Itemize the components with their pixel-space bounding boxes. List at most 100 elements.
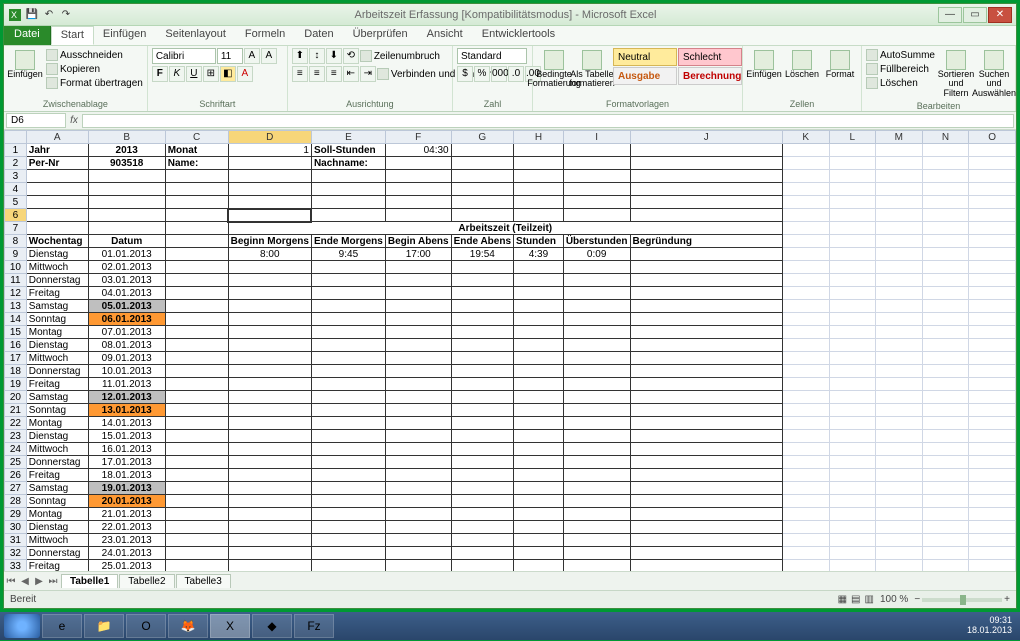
cell[interactable]: Ende Abens: [451, 235, 513, 248]
cell[interactable]: Wochentag: [26, 235, 88, 248]
cell[interactable]: [228, 352, 311, 365]
cell[interactable]: [782, 248, 829, 261]
cell[interactable]: [563, 326, 630, 339]
worksheet-area[interactable]: ABCDEFGHIJKLMNO1Jahr2013Monat1Soll-Stund…: [4, 130, 1016, 571]
cell[interactable]: [630, 287, 782, 300]
cell[interactable]: [922, 391, 969, 404]
cell[interactable]: [451, 183, 513, 196]
cell[interactable]: [451, 521, 513, 534]
cell[interactable]: 9:45: [311, 248, 385, 261]
cell[interactable]: [829, 183, 876, 196]
cell[interactable]: 09.01.2013: [88, 352, 165, 365]
cell[interactable]: [922, 495, 969, 508]
cell[interactable]: [876, 417, 923, 430]
col-header-I[interactable]: I: [563, 131, 630, 144]
cell[interactable]: [311, 547, 385, 560]
cell[interactable]: [228, 469, 311, 482]
cell[interactable]: [829, 287, 876, 300]
cell[interactable]: [228, 417, 311, 430]
cell[interactable]: [876, 534, 923, 547]
cell[interactable]: Montag: [26, 417, 88, 430]
cell[interactable]: Per-Nr: [26, 157, 88, 170]
cell[interactable]: [922, 560, 969, 572]
cell[interactable]: [385, 183, 451, 196]
cell[interactable]: [782, 547, 829, 560]
cell[interactable]: [782, 170, 829, 183]
cell[interactable]: [451, 378, 513, 391]
cell[interactable]: [782, 313, 829, 326]
ribbon-tab-entwicklertools[interactable]: Entwicklertools: [473, 26, 565, 45]
sheet-nav-first[interactable]: ⏮: [4, 576, 18, 587]
cell[interactable]: [969, 365, 1016, 378]
cell[interactable]: [451, 482, 513, 495]
cell[interactable]: [922, 430, 969, 443]
cell[interactable]: [451, 261, 513, 274]
cell[interactable]: [630, 404, 782, 417]
cell[interactable]: [451, 560, 513, 572]
cell[interactable]: [922, 235, 969, 248]
cell[interactable]: [385, 300, 451, 313]
cell[interactable]: [88, 209, 165, 222]
cell[interactable]: [876, 560, 923, 572]
cell[interactable]: [88, 222, 165, 235]
redo-icon[interactable]: ↷: [59, 8, 73, 22]
cell[interactable]: [385, 339, 451, 352]
cell[interactable]: [630, 469, 782, 482]
cell[interactable]: [563, 378, 630, 391]
style-neutral[interactable]: Neutral: [613, 48, 677, 66]
cell[interactable]: [165, 482, 228, 495]
cell[interactable]: [829, 235, 876, 248]
row-header[interactable]: 32: [5, 547, 27, 560]
cell[interactable]: [969, 274, 1016, 287]
cell[interactable]: [829, 196, 876, 209]
cell[interactable]: [630, 508, 782, 521]
cell[interactable]: Jahr: [26, 144, 88, 157]
orientation-button[interactable]: ⟲: [343, 48, 359, 64]
cell[interactable]: [630, 547, 782, 560]
cell[interactable]: [922, 183, 969, 196]
cell[interactable]: Datum: [88, 235, 165, 248]
cell[interactable]: [876, 482, 923, 495]
view-normal-button[interactable]: ▦: [838, 594, 847, 605]
cell[interactable]: [165, 560, 228, 572]
sort-filter-button[interactable]: Sortieren und Filtern: [939, 48, 973, 100]
section-title[interactable]: Arbeitszeit (Teilzeit): [228, 222, 782, 235]
autosum-button[interactable]: AutoSumme: [866, 48, 935, 62]
ribbon-tab-einfügen[interactable]: Einfügen: [94, 26, 156, 45]
cell[interactable]: [829, 560, 876, 572]
cell[interactable]: [630, 300, 782, 313]
cell[interactable]: [514, 170, 564, 183]
cell[interactable]: [385, 261, 451, 274]
selected-cell[interactable]: [228, 209, 311, 222]
cell[interactable]: [630, 443, 782, 456]
cell[interactable]: [514, 482, 564, 495]
taskbar-ie[interactable]: e: [42, 614, 82, 638]
align-left-button[interactable]: ≡: [292, 66, 308, 82]
cell[interactable]: [165, 235, 228, 248]
system-tray[interactable]: 09:31 18.01.2013: [967, 616, 1016, 636]
font-size-combo[interactable]: 11: [217, 48, 243, 64]
cell[interactable]: [563, 495, 630, 508]
font-name-combo[interactable]: Calibri: [152, 48, 216, 64]
cell[interactable]: 14.01.2013: [88, 417, 165, 430]
cell[interactable]: [782, 391, 829, 404]
cell[interactable]: [514, 313, 564, 326]
view-pagebreak-button[interactable]: ▥: [865, 594, 874, 605]
cell[interactable]: [165, 352, 228, 365]
row-header[interactable]: 1: [5, 144, 27, 157]
row-header[interactable]: 10: [5, 261, 27, 274]
cell[interactable]: [630, 144, 782, 157]
minimize-button[interactable]: —: [938, 7, 962, 23]
cell[interactable]: [630, 183, 782, 196]
ribbon-tab-start[interactable]: Start: [51, 26, 94, 45]
cell[interactable]: [782, 456, 829, 469]
cell[interactable]: [922, 196, 969, 209]
sheet-nav-last[interactable]: ⏭: [46, 576, 60, 587]
cell[interactable]: [385, 170, 451, 183]
cell[interactable]: [876, 209, 923, 222]
row-header[interactable]: 2: [5, 157, 27, 170]
find-select-button[interactable]: Suchen und Auswählen: [977, 48, 1011, 100]
cell[interactable]: [451, 287, 513, 300]
cell[interactable]: [829, 170, 876, 183]
cell[interactable]: [228, 508, 311, 521]
